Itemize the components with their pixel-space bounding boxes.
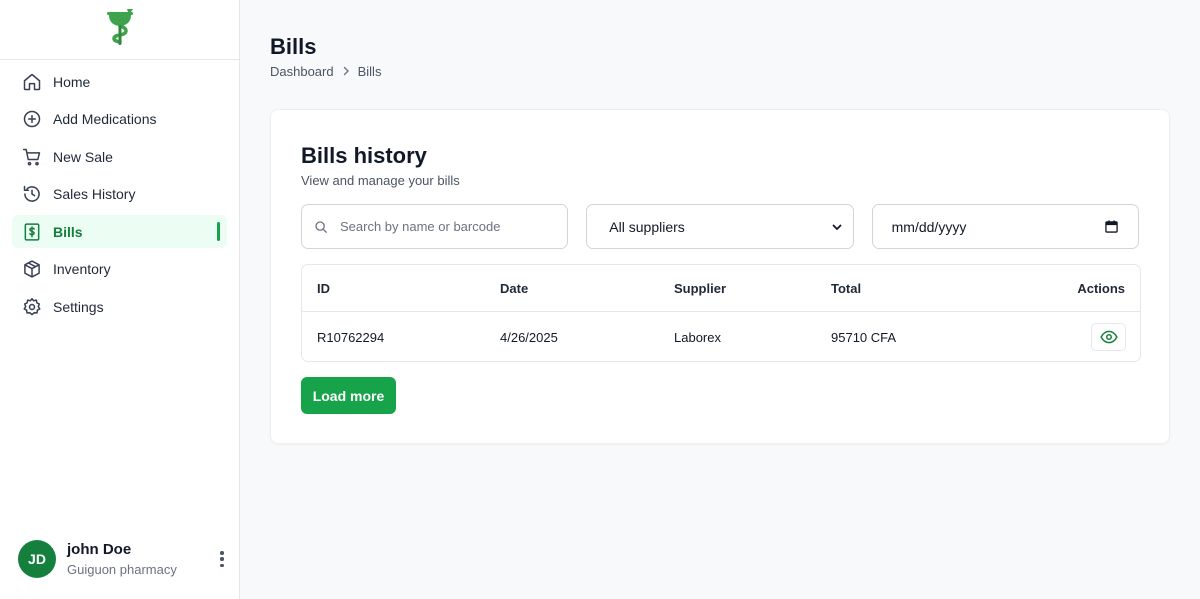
page-title: Bills bbox=[270, 34, 317, 59]
bill-icon bbox=[22, 222, 42, 242]
sidebar-item-settings[interactable]: Settings bbox=[12, 290, 227, 323]
supplier-select-value: All suppliers bbox=[609, 218, 685, 235]
sidebar-item-label: Settings bbox=[53, 298, 104, 315]
card-title: Bills history bbox=[301, 143, 427, 168]
box-icon bbox=[22, 259, 42, 279]
column-header-total: Total bbox=[831, 280, 862, 296]
cell-id: R10762294 bbox=[317, 329, 385, 345]
chevron-right-icon bbox=[341, 66, 351, 76]
sidebar-item-home[interactable]: Home bbox=[12, 65, 227, 98]
user-profile[interactable]: JD john Doe Guiguon pharmacy bbox=[18, 537, 228, 581]
column-header-supplier: Supplier bbox=[674, 280, 727, 296]
column-header-date: Date bbox=[500, 280, 529, 296]
chevron-down-icon bbox=[831, 221, 843, 233]
search-input[interactable] bbox=[340, 219, 540, 234]
cell-actions bbox=[981, 323, 1126, 351]
logo-area bbox=[0, 0, 239, 60]
load-more-button[interactable]: Load more bbox=[301, 377, 396, 414]
column-header-actions: Actions bbox=[1077, 280, 1125, 296]
cell-total: 95710 CFA bbox=[831, 329, 897, 345]
cart-icon bbox=[22, 147, 42, 167]
pharmacy-logo-icon[interactable] bbox=[103, 7, 137, 52]
sidebar: Home Add Medications New Sale Sales Hist… bbox=[0, 0, 240, 599]
filters-bar: All suppliers mm/dd/yyyy bbox=[301, 204, 1139, 249]
sidebar-item-sales-history[interactable]: Sales History bbox=[12, 178, 227, 211]
cell-supplier: Laborex bbox=[674, 329, 721, 345]
more-options-icon[interactable] bbox=[216, 548, 228, 570]
user-info: john Doe Guiguon pharmacy bbox=[67, 541, 216, 577]
column-header-id: ID bbox=[317, 280, 330, 296]
user-organization: Guiguon pharmacy bbox=[67, 562, 177, 577]
history-icon bbox=[22, 184, 42, 204]
sidebar-item-inventory[interactable]: Inventory bbox=[12, 253, 227, 286]
bills-history-card: Bills history View and manage your bills… bbox=[270, 109, 1170, 444]
sidebar-item-label: Add Medications bbox=[53, 111, 157, 127]
sidebar-item-label: Sales History bbox=[53, 186, 136, 202]
user-name: john Doe bbox=[67, 541, 132, 558]
plus-circle-icon bbox=[22, 109, 42, 129]
avatar[interactable]: JD bbox=[18, 540, 56, 578]
sidebar-item-new-sale[interactable]: New Sale bbox=[12, 140, 227, 173]
breadcrumb: Dashboard Bills bbox=[270, 63, 1170, 79]
breadcrumb-item-bills: Bills bbox=[357, 63, 382, 79]
breadcrumb-item-dashboard[interactable]: Dashboard bbox=[270, 64, 334, 79]
table-header: ID Date Supplier Total Actions bbox=[302, 265, 1140, 312]
date-input[interactable]: mm/dd/yyyy bbox=[871, 204, 1139, 249]
home-icon bbox=[22, 72, 42, 92]
search-icon bbox=[314, 220, 328, 234]
view-bill-button[interactable] bbox=[1091, 323, 1126, 351]
sidebar-nav: Home Add Medications New Sale Sales Hist… bbox=[0, 60, 239, 323]
search-field bbox=[301, 204, 569, 249]
supplier-select[interactable]: All suppliers bbox=[586, 204, 854, 249]
card-subtitle: View and manage your bills bbox=[301, 173, 460, 188]
gear-icon bbox=[22, 297, 42, 317]
active-indicator bbox=[217, 222, 220, 241]
sidebar-item-label: Inventory bbox=[53, 261, 111, 277]
date-input-value: mm/dd/yyyy bbox=[891, 218, 967, 235]
sidebar-item-label: Bills bbox=[53, 223, 83, 240]
sidebar-item-add-medications[interactable]: Add Medications bbox=[12, 103, 227, 136]
main-content: Bills Dashboard Bills Bills history View… bbox=[270, 0, 1170, 444]
eye-icon bbox=[1099, 328, 1118, 346]
bills-table: ID Date Supplier Total Actions R10762294… bbox=[301, 264, 1141, 362]
calendar-icon[interactable] bbox=[1105, 220, 1118, 233]
sidebar-item-label: Home bbox=[53, 73, 91, 90]
sidebar-item-bills[interactable]: Bills bbox=[12, 215, 227, 248]
cell-date: 4/26/2025 bbox=[500, 329, 558, 345]
sidebar-item-label: New Sale bbox=[53, 148, 113, 165]
table-row: R10762294 4/26/2025 Laborex 95710 CFA bbox=[302, 312, 1140, 361]
